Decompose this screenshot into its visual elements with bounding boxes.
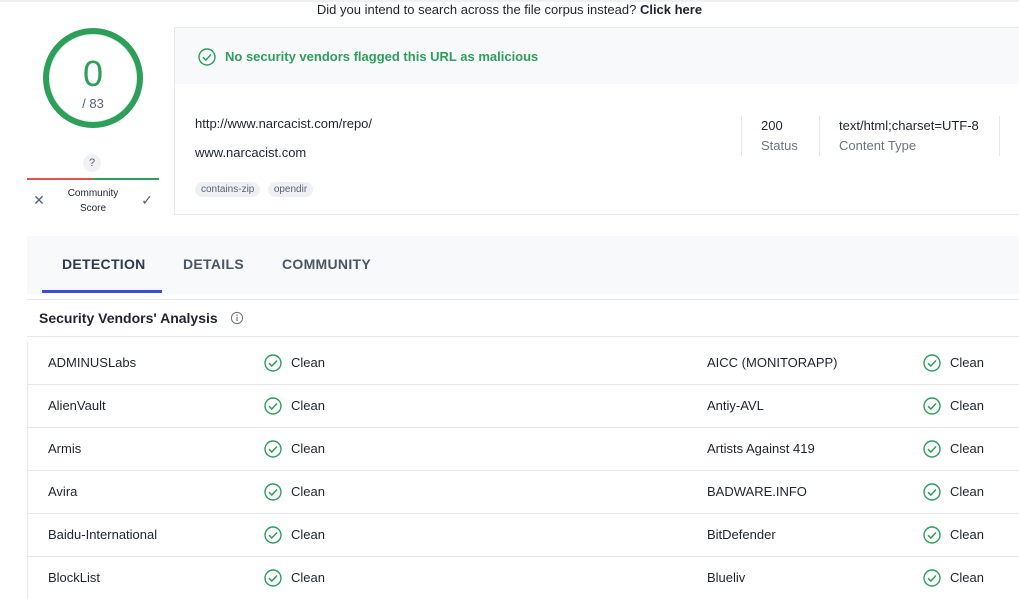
vendor-name: Baidu-International [48, 527, 158, 542]
vendor-name: AlienVault [48, 398, 106, 413]
vendor-name: AICC (MONITORAPP) [707, 355, 838, 370]
tab-community[interactable]: COMMUNITY [282, 256, 371, 272]
verdict-text: No security vendors flagged this URL as … [225, 49, 539, 64]
vendor-result: Clean [950, 484, 984, 499]
divider [999, 116, 1000, 156]
vendor-result: Clean [950, 527, 984, 542]
vote-harmless-button[interactable]: ✓ [136, 189, 158, 211]
vendor-name: Avira [48, 484, 78, 499]
notice-text: Did you intend to search across the file… [316, 2, 637, 17]
vendor-analysis-table: ADMINUSLabs Clean AICC (MONITORAPP) Clean Al… [27, 342, 1019, 599]
divider [27, 299, 1019, 300]
check-circle-icon [923, 354, 941, 372]
table-row: AlienVault Clean Antiy-AVL Clean [28, 385, 1019, 428]
check-circle-icon [923, 526, 941, 544]
vendor-name: BADWARE.INFO [707, 484, 807, 499]
check-circle-icon [923, 397, 941, 415]
community-score-bar [27, 178, 159, 180]
section-title: Security Vendors' Analysis [39, 310, 218, 326]
check-circle-icon [923, 483, 941, 501]
corpus-search-notice: Did you intend to search across the file… [0, 0, 1019, 20]
vendor-name: Armis [48, 441, 82, 456]
divider [741, 116, 742, 156]
verdict-banner: No security vendors flagged this URL as … [175, 28, 1019, 84]
check-circle-icon [264, 397, 282, 415]
check-circle-icon [264, 569, 282, 587]
vendor-result: Clean [291, 398, 325, 413]
total-engines: / 83 [82, 96, 104, 111]
vendor-name: Antiy-AVL [707, 398, 764, 413]
vendor-result: Clean [291, 355, 325, 370]
table-row: Avira Clean BADWARE.INFO Clean [28, 471, 1019, 514]
vendor-name: BlockList [48, 570, 101, 585]
vendor-result: Clean [950, 398, 984, 413]
check-circle-icon [264, 526, 282, 544]
vendor-result: Clean [291, 441, 325, 456]
vendor-name: Blueliv [707, 570, 746, 585]
check-icon: ✓ [141, 192, 153, 208]
table-row: ADMINUSLabs Clean AICC (MONITORAPP) Clean [28, 342, 1019, 385]
detection-count: 0 [82, 53, 104, 94]
check-circle-icon [264, 440, 282, 458]
vendor-name: ADMINUSLabs [48, 355, 137, 370]
vendor-result: Clean [291, 484, 325, 499]
http-status-label: Status [761, 138, 798, 153]
http-status-value: 200 [761, 118, 783, 133]
content-type-value: text/html;charset=UTF-8 [839, 118, 979, 133]
tag-list: contains-zip opendir [195, 179, 316, 197]
vote-malicious-button[interactable]: ✕ [28, 189, 50, 211]
scanned-url[interactable]: http://www.narcacist.com/repo/ [195, 116, 372, 131]
divider [819, 116, 820, 156]
check-circle-icon [923, 569, 941, 587]
tab-detection[interactable]: DETECTION [62, 256, 146, 272]
close-icon: ✕ [33, 192, 45, 208]
vendor-name: Artists Against 419 [707, 441, 815, 456]
vendor-name: BitDefender [707, 527, 776, 542]
active-tab-indicator [42, 290, 162, 293]
check-circle-icon [923, 440, 941, 458]
vendor-result: Clean [950, 570, 984, 585]
table-row: Baidu-International Clean BitDefender Clean [28, 514, 1019, 557]
tab-bar: DETECTION DETAILS COMMUNITY [27, 236, 1019, 294]
tag-opendir[interactable]: opendir [267, 182, 314, 197]
vendor-result: Clean [950, 355, 984, 370]
table-row: Armis Clean Artists Against 419 Clean [28, 428, 1019, 471]
table-row: BlockList Clean Blueliv Clean [28, 557, 1019, 599]
click-here-link[interactable]: Click here [640, 2, 702, 17]
url-summary-card: No security vendors flagged this URL as … [174, 27, 1019, 215]
detection-score-ring: 0 / 83 [43, 28, 143, 128]
tab-details[interactable]: DETAILS [183, 256, 244, 272]
vendor-result: Clean [291, 570, 325, 585]
vendor-result: Clean [950, 441, 984, 456]
scanned-domain[interactable]: www.narcacist.com [195, 145, 306, 160]
check-circle-icon [264, 354, 282, 372]
info-icon[interactable] [230, 311, 244, 325]
content-type-label: Content Type [839, 138, 917, 153]
tag-contains-zip[interactable]: contains-zip [195, 182, 261, 197]
check-circle-icon [198, 48, 216, 66]
check-circle-icon [264, 483, 282, 501]
community-score-value: ? [83, 154, 101, 172]
community-score-label: Community Score [67, 188, 119, 214]
divider [27, 336, 1019, 337]
vendor-result: Clean [291, 527, 325, 542]
